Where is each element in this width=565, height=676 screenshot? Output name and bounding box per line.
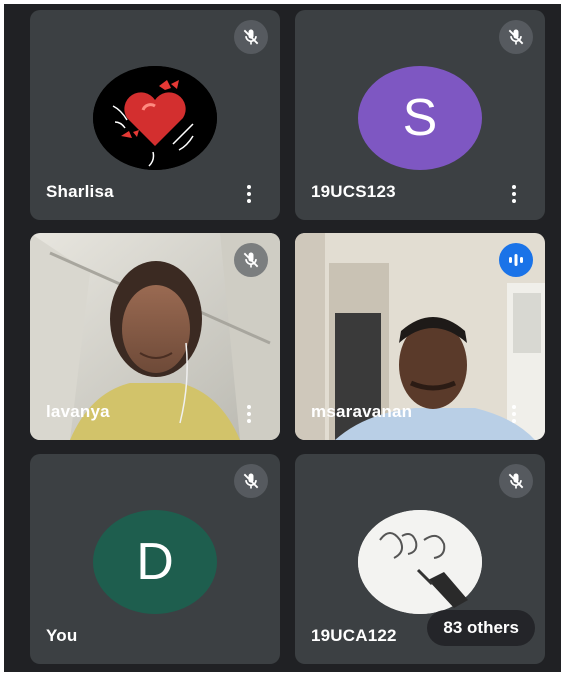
avatar-letter: D bbox=[93, 510, 217, 614]
participant-tile-lavanya[interactable]: lavanya bbox=[30, 233, 280, 440]
participant-tile-19uca122[interactable]: 19UCA122 83 others bbox=[295, 454, 545, 664]
participant-name: 19UCA122 bbox=[311, 626, 397, 645]
more-vert-icon[interactable] bbox=[244, 184, 254, 204]
mic-off-icon bbox=[234, 20, 268, 54]
mic-off-icon bbox=[234, 464, 268, 498]
participant-name: msaravanan bbox=[311, 402, 413, 421]
mic-off-icon bbox=[499, 464, 533, 498]
audio-level-icon bbox=[499, 243, 533, 277]
profile-image-heart bbox=[93, 66, 217, 170]
participant-tile-19ucs123[interactable]: S 19UCS123 bbox=[295, 10, 545, 220]
participant-name: You bbox=[46, 626, 78, 645]
participant-name: Sharlisa bbox=[46, 182, 114, 201]
more-vert-icon[interactable] bbox=[509, 404, 519, 424]
meeting-grid: Sharlisa S 19UCS123 lavanya msaravanan D… bbox=[4, 4, 561, 672]
participant-name: 19UCS123 bbox=[311, 182, 396, 201]
profile-image-sketch bbox=[358, 510, 482, 614]
participant-tile-msaravanan[interactable]: msaravanan bbox=[295, 233, 545, 440]
avatar-letter: S bbox=[358, 66, 482, 170]
participant-tile-sharlisa[interactable]: Sharlisa bbox=[30, 10, 280, 220]
mic-off-icon bbox=[234, 243, 268, 277]
participant-tile-you[interactable]: D You bbox=[30, 454, 280, 664]
others-count-badge[interactable]: 83 others bbox=[427, 610, 535, 646]
mic-off-icon bbox=[499, 20, 533, 54]
more-vert-icon[interactable] bbox=[244, 404, 254, 424]
more-vert-icon[interactable] bbox=[509, 184, 519, 204]
participant-name: lavanya bbox=[46, 402, 110, 421]
